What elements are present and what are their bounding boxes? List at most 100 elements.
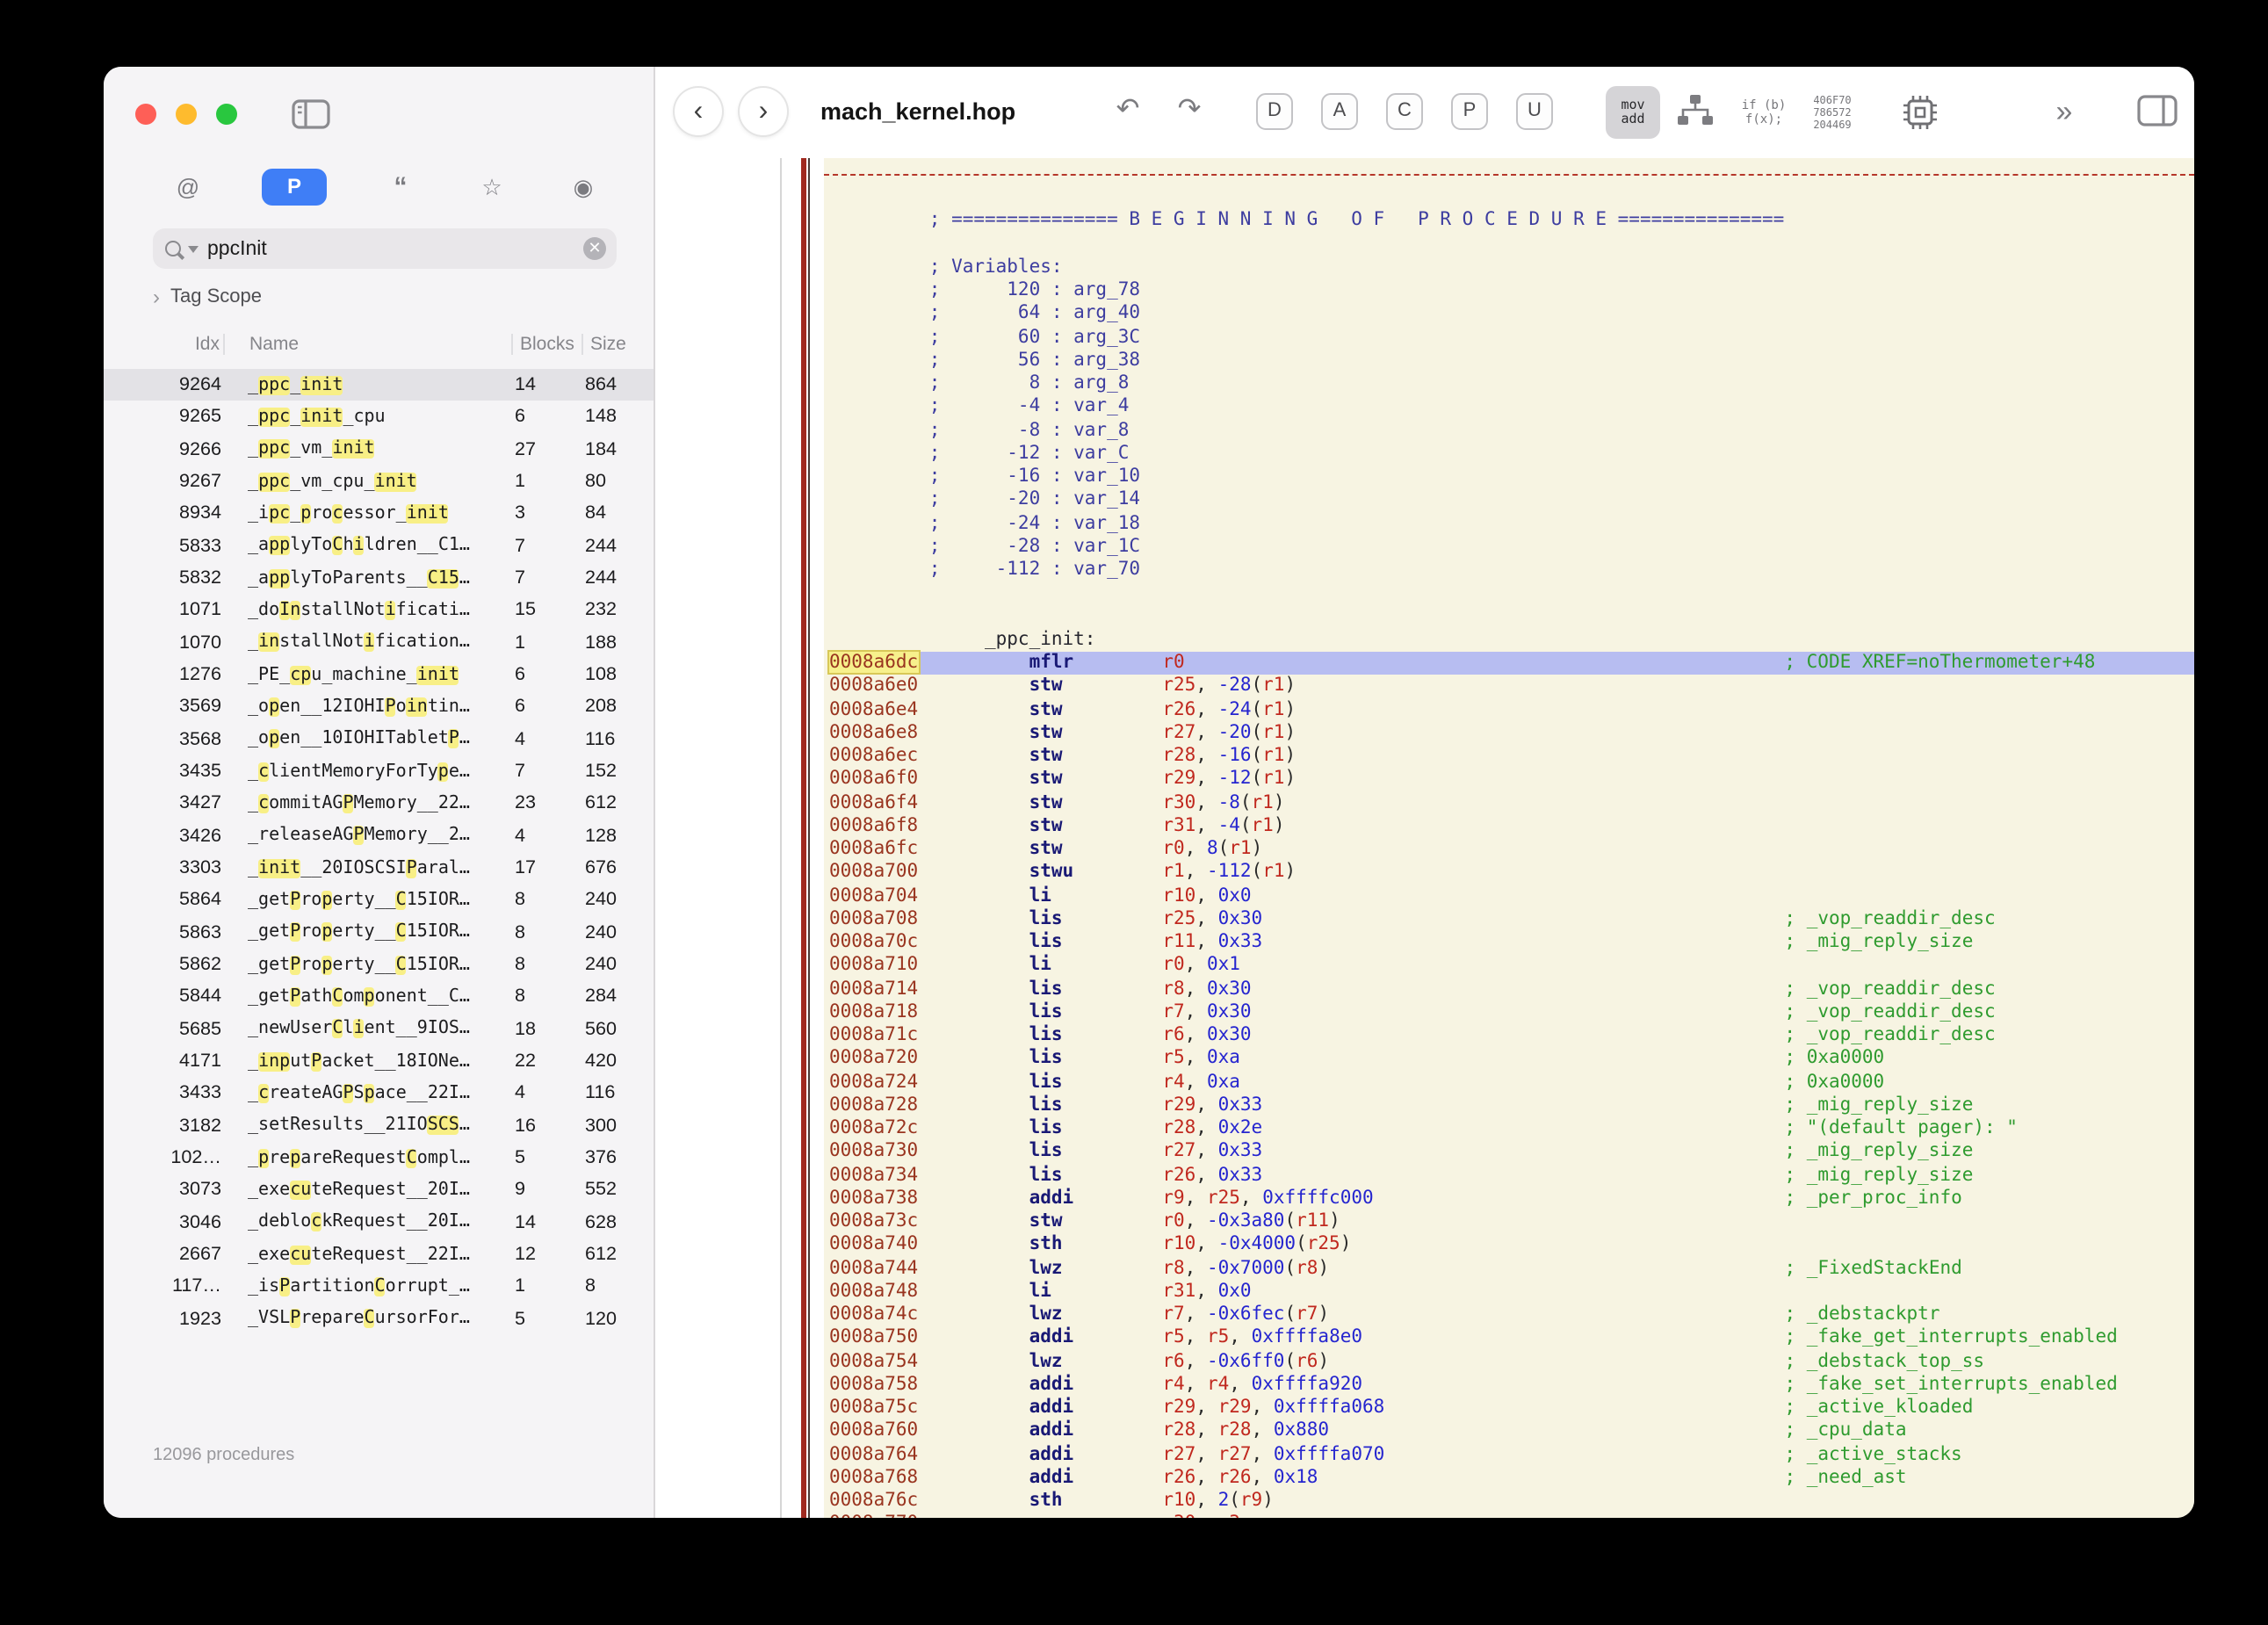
asm-instruction-line[interactable]: 0008a73c stw r0, -0x3a80(r11) (829, 1210, 2194, 1234)
procedure-row[interactable]: 1276_PE_cpu_machine_init6108 (104, 659, 654, 691)
procedure-row[interactable]: 9267_ppc_vm_cpu_init180 (104, 466, 654, 498)
tag-scope-disclosure[interactable]: › Tag Scope (153, 283, 262, 311)
procedure-row[interactable]: 5862_getProperty__C15IOR…8240 (104, 949, 654, 981)
asm-instruction-line[interactable]: 0008a6f8 stw r31, -4(r1) (829, 815, 2194, 839)
asm-label-line[interactable]: _ppc_init: (829, 629, 2194, 653)
asm-comment-line[interactable]: ; -28 : var_1C (829, 536, 2194, 560)
type-ascii-button[interactable]: A (1321, 93, 1358, 130)
asm-comment-line[interactable]: ; -16 : var_10 (829, 466, 2194, 489)
procedure-row[interactable]: 9264_ppc_init14864 (104, 369, 654, 401)
asm-instruction-line[interactable]: 0008a710 li r0, 0x1 (829, 955, 2194, 979)
procedure-row[interactable]: 3182_setResults__21IOSCS…16300 (104, 1109, 654, 1142)
procedure-row[interactable]: 5832_applyToParents__C15…7244 (104, 562, 654, 595)
procedure-row[interactable]: 3427_commitAGPMemory__22…23612 (104, 788, 654, 820)
procedure-row[interactable]: 102…_prepareRequestCompl…5376 (104, 1142, 654, 1174)
asm-instruction-line[interactable]: 0008a748 li r31, 0x0 (829, 1281, 2194, 1304)
procedure-row[interactable]: 9266_ppc_vm_init27184 (104, 433, 654, 466)
asm-instruction-line[interactable]: 0008a754 lwz r6, -0x6ff0(r6) ; _debstack… (829, 1350, 2194, 1374)
search-input[interactable] (202, 238, 583, 259)
right-panel-toggle-button[interactable] (2134, 90, 2180, 135)
asm-instruction-line[interactable]: 0008a70c lis r11, 0x33 ; _mig_reply_size (829, 931, 2194, 955)
procedure-row[interactable]: 3568_open__10IOHITabletP…4116 (104, 723, 654, 755)
type-code-button[interactable]: C (1386, 93, 1423, 130)
procedure-row[interactable]: 3435_clientMemoryForType…7152 (104, 755, 654, 788)
filter-tab-procedures[interactable]: P (262, 169, 327, 206)
asm-instruction-line[interactable]: 0008a764 addi r27, r27, 0xffffa070 ; _ac… (829, 1443, 2194, 1467)
asm-instruction-line[interactable]: 0008a72c lis r28, 0x2e ; "(default pager… (829, 1117, 2194, 1141)
column-header-idx[interactable]: Idx (104, 333, 223, 354)
procedure-row[interactable]: 9265_ppc_init_cpu6148 (104, 401, 654, 434)
asm-instruction-line[interactable]: 0008a74c lwz r7, -0x6fec(r7) ; _debstack… (829, 1304, 2194, 1327)
asm-comment-line[interactable]: ; Variables: (829, 256, 2194, 280)
forward-button[interactable]: › (740, 88, 787, 135)
asm-instruction-line[interactable]: 0008a728 lis r29, 0x33 ; _mig_reply_size (829, 1094, 2194, 1118)
asm-instruction-line[interactable]: 0008a744 lwz r8, -0x7000(r8) ; _FixedSta… (829, 1257, 2194, 1281)
asm-comment-line[interactable]: ; 8 : arg_8 (829, 372, 2194, 396)
asm-comment-line[interactable]: ; 120 : arg_78 (829, 279, 2194, 303)
filter-tab-tracked[interactable]: ◉ (566, 169, 601, 206)
asm-comment-line[interactable]: ; 64 : arg_40 (829, 303, 2194, 327)
asm-instruction-line[interactable]: 0008a71c lis r6, 0x30 ; _vop_readdir_des… (829, 1024, 2194, 1048)
procedure-row[interactable]: 5863_getProperty__C15IOR…8240 (104, 916, 654, 949)
type-procedure-button[interactable]: P (1451, 93, 1488, 130)
procedure-row[interactable]: 3303_init__20IOSCSIParal…17676 (104, 852, 654, 885)
asm-instruction-line[interactable]: 0008a704 li r10, 0x0 (829, 885, 2194, 908)
asm-instruction-line[interactable]: 0008a75c addi r29, r29, 0xffffa068 ; _ac… (829, 1397, 2194, 1420)
procedure-row[interactable]: 1070_installNotification…1188 (104, 626, 654, 659)
procedure-row[interactable]: 4171_inputPacket__18IONe…22420 (104, 1045, 654, 1078)
asm-instruction-line[interactable]: 0008a6fc stw r0, 8(r1) (829, 838, 2194, 862)
procedure-row[interactable]: 3433_createAGPSpace__22I…4116 (104, 1077, 654, 1109)
redo-button[interactable]: ↷ (1170, 91, 1209, 126)
procedure-row[interactable]: 3569_open__12IOHIPointin…6208 (104, 691, 654, 724)
search-field[interactable]: ✕ (153, 228, 617, 269)
asm-instruction-line[interactable]: 0008a758 addi r4, r4, 0xffffa920 ; _fake… (829, 1374, 2194, 1398)
column-header-name[interactable]: Name (223, 333, 511, 354)
asm-instruction-line[interactable]: 0008a6e8 stw r27, -20(r1) (829, 722, 2194, 746)
asm-comment-line[interactable]: ; -112 : var_70 (829, 559, 2194, 582)
procedure-row[interactable]: 1071_doInstallNotificati…15232 (104, 595, 654, 627)
procedure-row[interactable]: 5833_applyToChildren__C1…7244 (104, 530, 654, 562)
undo-button[interactable]: ↶ (1109, 91, 1147, 126)
asm-instruction-line[interactable]: 0008a720 lis r5, 0xa ; 0xa0000 (829, 1048, 2194, 1072)
procedure-row[interactable]: 3073_executeRequest__20I…9552 (104, 1174, 654, 1206)
filter-tab-starred[interactable]: ☆ (474, 169, 509, 206)
asm-instruction-line[interactable]: 0008a6f4 stw r30, -8(r1) (829, 791, 2194, 815)
type-data-button[interactable]: D (1256, 93, 1293, 130)
procedure-row[interactable]: 3426_releaseAGPMemory__2…4128 (104, 820, 654, 852)
minimize-button[interactable] (176, 104, 197, 125)
asm-comment-line[interactable]: ; 56 : arg_38 (829, 350, 2194, 373)
asm-comment-line[interactable]: ; =============== B E G I N N I N G O F … (829, 210, 2194, 234)
filter-tab-strings[interactable]: “ (383, 169, 418, 206)
column-header-blocks[interactable]: Blocks (511, 333, 581, 354)
procedure-row[interactable]: 5685_newUserClient__9IOS…18560 (104, 1013, 654, 1045)
procedure-row[interactable]: 2667_executeRequest__22I…12612 (104, 1239, 654, 1271)
asm-instruction-line[interactable]: 0008a734 lis r26, 0x33 ; _mig_reply_size (829, 1164, 2194, 1188)
back-button[interactable]: ‹ (675, 88, 722, 135)
asm-instruction-line[interactable]: 0008a768 addi r26, r26, 0x18 ; _need_ast (829, 1467, 2194, 1491)
procedure-row[interactable]: 3046_deblockRequest__20I…14628 (104, 1206, 654, 1239)
asm-comment-line[interactable]: ; 60 : arg_3C (829, 326, 2194, 350)
cfg-mode-button[interactable] (1672, 91, 1718, 134)
asm-instruction-line[interactable]: 0008a76c sth r10, 2(r9) (829, 1490, 2194, 1513)
procedure-row[interactable]: 5844_getPathComponent__C…8284 (104, 980, 654, 1013)
asm-instruction-line[interactable]: 0008a718 lis r7, 0x30 ; _vop_readdir_des… (829, 1001, 2194, 1025)
asm-comment-line[interactable]: ; -24 : var_18 (829, 512, 2194, 536)
asm-instruction-line[interactable]: 0008a740 sth r10, -0x4000(r25) (829, 1234, 2194, 1258)
asm-comment-line[interactable]: ; -20 : var_14 (829, 489, 2194, 513)
asm-instruction-line[interactable]: 0008a750 addi r5, r5, 0xffffa8e0 ; _fake… (829, 1327, 2194, 1351)
asm-instruction-line[interactable]: 0008a724 lis r4, 0xa ; 0xa0000 (829, 1071, 2194, 1094)
type-undefined-button[interactable]: U (1516, 93, 1553, 130)
asm-instruction-line[interactable]: 0008a770 r30, r3 (829, 1513, 2194, 1519)
asm-instruction-line[interactable]: 0008a6f0 stw r29, -12(r1) (829, 769, 2194, 792)
asm-instruction-line[interactable]: 0008a760 addi r28, r28, 0x880 ; _cpu_dat… (829, 1420, 2194, 1444)
procedure-row[interactable]: 1923_VSLPrepareCursorFor…5120 (104, 1303, 654, 1335)
search-scope-chevron-icon[interactable] (188, 246, 199, 253)
toolbar-overflow-button[interactable]: » (2038, 86, 2091, 139)
asm-instruction-line[interactable]: 0008a714 lis r8, 0x30 ; _vop_readdir_des… (829, 978, 2194, 1001)
assembly-mode-button[interactable]: mov add (1606, 86, 1660, 139)
sidebar-toggle-button[interactable] (292, 98, 330, 130)
hex-mode-button[interactable]: 406F70 786572 204469 (1799, 86, 1866, 139)
asm-instruction-line[interactable]: 0008a730 lis r27, 0x33 ; _mig_reply_size (829, 1141, 2194, 1165)
pseudocode-mode-button[interactable]: if (b) f(x); (1732, 86, 1795, 139)
asm-instruction-line[interactable]: 0008a738 addi r9, r25, 0xffffc000 ; _per… (829, 1188, 2194, 1211)
